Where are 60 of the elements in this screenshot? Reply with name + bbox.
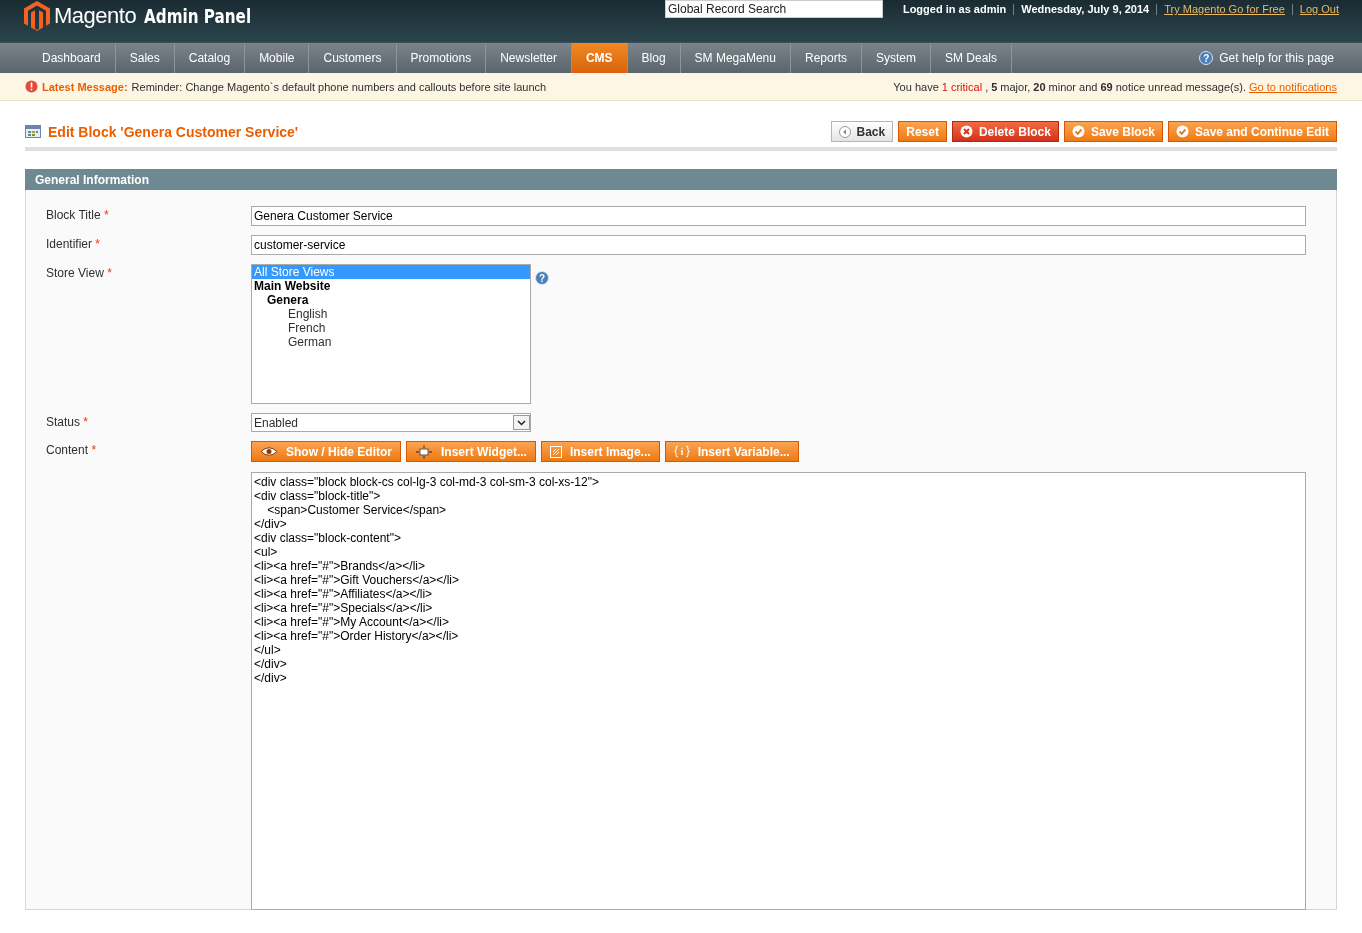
widget-icon — [415, 444, 433, 459]
variable-icon — [673, 445, 690, 458]
header-link[interactable]: Try Magento Go for Free — [1156, 4, 1285, 15]
action-button[interactable]: Save and Continue Edit — [1168, 121, 1337, 142]
page-title: Edit Block 'Genera Customer Service' — [48, 123, 299, 140]
notifications-link[interactable]: Go to notifications — [1248, 80, 1337, 93]
field-label: Identifier * — [46, 236, 102, 251]
status-select[interactable]: Enabled — [251, 413, 531, 432]
logo-text: Magento — [54, 3, 137, 29]
field-label: Content * — [46, 442, 98, 457]
notification-summary: You have — [893, 80, 939, 93]
editor-button[interactable]: Insert Widget... — [406, 441, 536, 462]
dropdown-chevron-icon — [513, 415, 530, 430]
date-text: Wednesday, July 9, 2014 — [1013, 4, 1150, 15]
input-field[interactable]: customer-service — [251, 235, 1306, 255]
field-label: Block Title * — [46, 207, 110, 222]
action-button[interactable]: Save Block — [1063, 121, 1163, 142]
grid-icon — [25, 125, 41, 138]
help-icon: ? — [535, 271, 549, 285]
logo-icon — [24, 1, 50, 31]
store-view-list[interactable]: All Store Views Main Website Genera English French German — [251, 264, 531, 404]
store-view-option[interactable]: All Store Views — [252, 265, 530, 279]
store-view-option[interactable]: French — [252, 321, 530, 335]
action-button[interactable]: Delete Block — [951, 121, 1059, 142]
search-field[interactable]: Global Record Search — [665, 0, 883, 18]
help-icon: ? — [1199, 51, 1214, 65]
message-text: Reminder: Change Magento`s default phone numbers and callouts before site launch — [131, 80, 547, 93]
editor-button[interactable]: Insert Variable... — [664, 441, 799, 462]
message-label: Latest Message: — [42, 80, 128, 93]
action-button[interactable]: Back — [830, 121, 894, 142]
image-icon — [549, 445, 562, 458]
notification-summary: major, — [1000, 80, 1031, 93]
check-circle-icon — [1071, 125, 1085, 138]
notification-summary: , — [985, 80, 989, 93]
content-editor[interactable]: <div class="block block-cs col-lg-3 col-md-3 col-sm-3 col-xs-12"> <div class="block-title"> <span>Customer Service</span> </div> <div class="block-content"> <ul> <li><a href="#">Brands</a></li> <li><a href="#">Gift Vouchers</a></li> <li><a href="#">Affiliates</a></li> <li><a href="#">Specials</a></li> <li><a href="#">My Account</a></li> <li><a href="#">Order History</a></li> </ul> </div> </div> — [251, 472, 1306, 910]
cross-circle-icon — [959, 125, 973, 138]
logo-subtitle: Admin Panel — [144, 5, 252, 27]
notification-summary: 69 — [1100, 80, 1113, 93]
editor-button[interactable]: Show / Hide Editor — [251, 441, 401, 462]
store-view-option[interactable]: English — [252, 307, 530, 321]
notification-summary: 20 — [1033, 80, 1046, 93]
store-view-option[interactable]: Main Website — [252, 279, 530, 293]
help-link[interactable]: Get help for this page — [1219, 51, 1334, 65]
input-field[interactable]: Genera Customer Service — [251, 206, 1306, 226]
editor-button[interactable]: Insert Image... — [540, 441, 660, 462]
notification-summary: 5 — [991, 80, 998, 93]
notification-summary: notice unread message(s). — [1115, 80, 1246, 93]
notification-summary: minor and — [1048, 80, 1098, 93]
store-view-option[interactable]: German — [252, 335, 530, 349]
user-status: Logged in as admin — [902, 3, 1007, 15]
nav-tab[interactable]: CMS — [571, 43, 628, 73]
header-link[interactable]: Log Out — [1291, 4, 1339, 15]
section-title: General Information — [35, 172, 150, 187]
field-label: Store View * — [46, 265, 113, 280]
store-view-option[interactable]: Genera — [252, 293, 530, 307]
field-label: Status * — [46, 414, 90, 429]
eye-icon — [260, 446, 278, 457]
alert-icon — [25, 80, 38, 93]
notification-summary: 1 critical — [941, 80, 983, 93]
check-circle-icon — [1176, 125, 1189, 138]
